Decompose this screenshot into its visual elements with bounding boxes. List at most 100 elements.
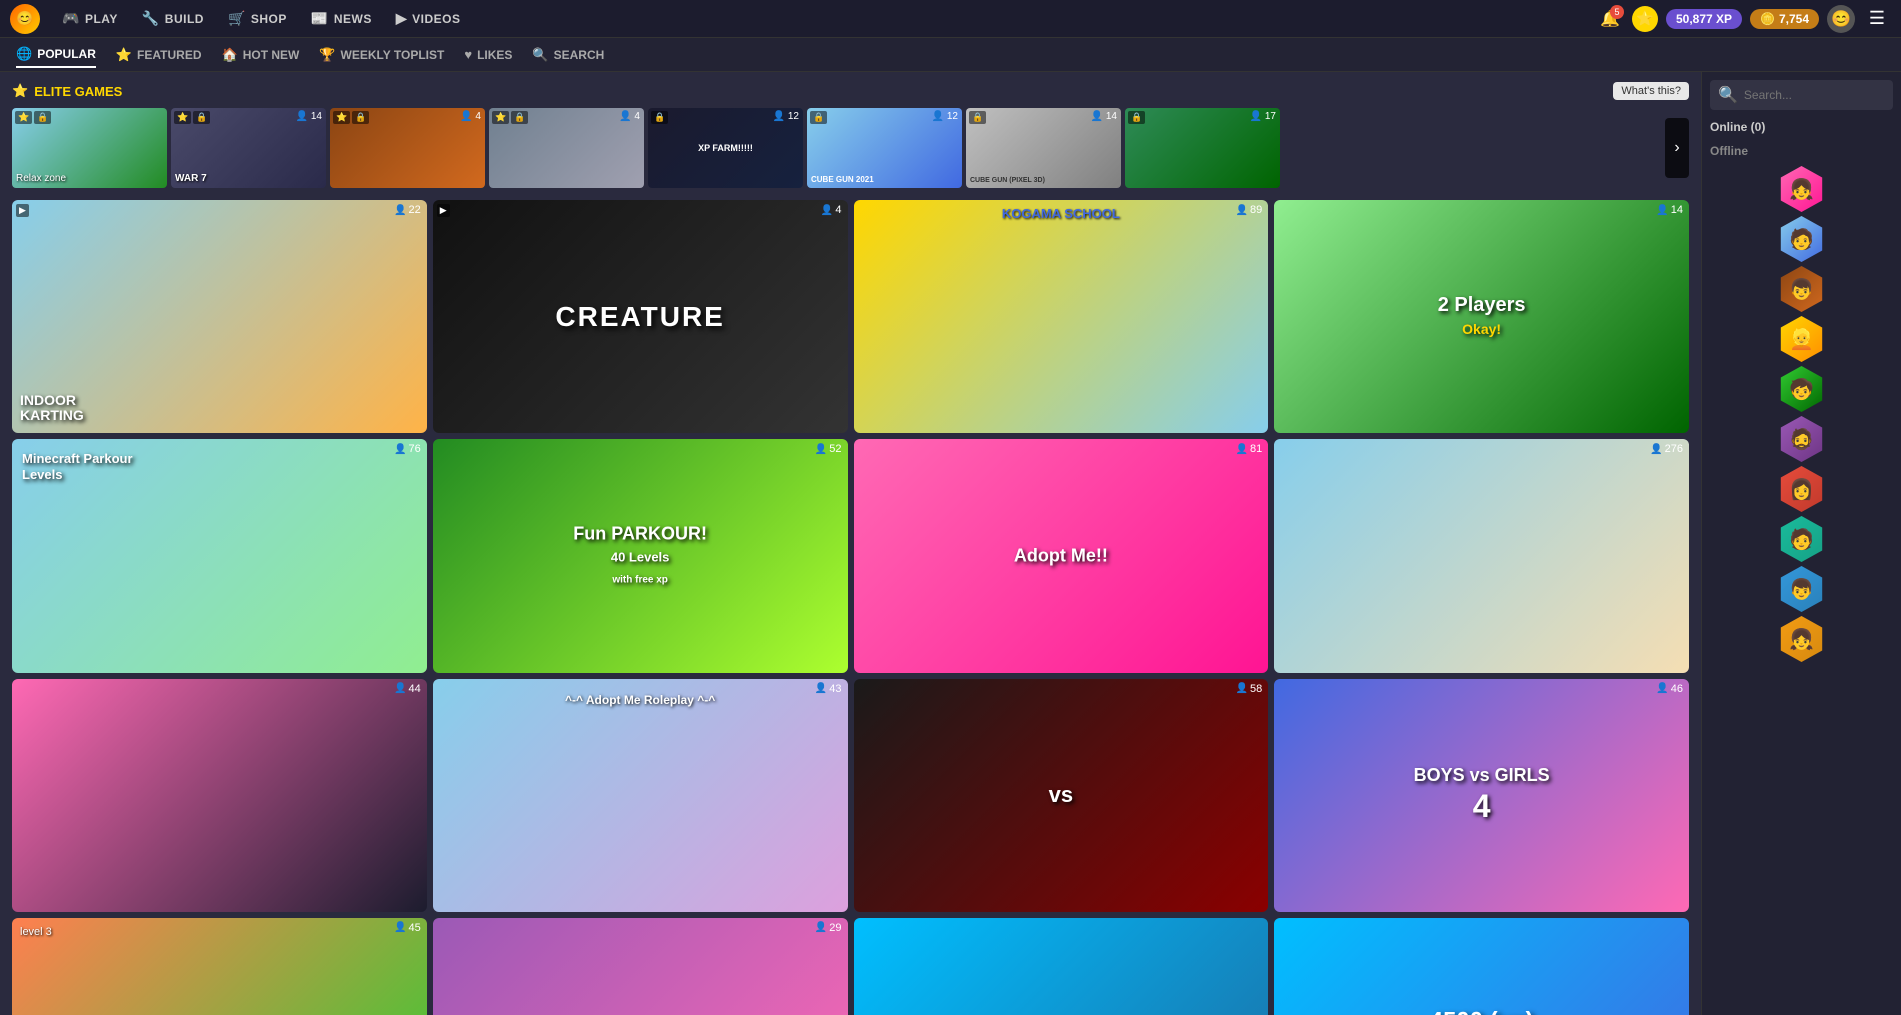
2players-label: 2 PlayersOkay!: [1438, 294, 1526, 340]
elite-scroll-right[interactable]: ›: [1665, 118, 1689, 178]
friend-avatar-1[interactable]: 👧: [1779, 166, 1825, 212]
elite-4-count: 👤 4: [619, 111, 640, 122]
elite-game-8[interactable]: 🔒 👤 17: [1125, 108, 1280, 188]
friend-avatar-3[interactable]: 👦: [1779, 266, 1825, 312]
mine-276-count: 276: [1650, 443, 1683, 455]
game-pets[interactable]: 44: [12, 679, 427, 912]
subnav-search-label: SEARCH: [554, 48, 605, 62]
subnav-likes[interactable]: ♥ LIKES: [464, 43, 512, 66]
nav-videos[interactable]: ▶ VIDEOS: [386, 6, 471, 31]
nav-build[interactable]: 🔧 BUILD: [132, 6, 214, 31]
subnav-search[interactable]: 🔍 SEARCH: [532, 43, 604, 67]
hamburger-menu[interactable]: ☰: [1863, 5, 1891, 33]
game-fun-parkour[interactable]: 52 Fun PARKOUR!40 Levelswith free xp: [433, 439, 848, 672]
search-icon: 🔍: [532, 47, 548, 63]
nav-videos-label: VIDEOS: [412, 12, 460, 26]
subnav-weekly[interactable]: 🏆 WEEKLY TOPLIST: [319, 43, 444, 67]
friend-avatar-8[interactable]: 🧑: [1779, 516, 1825, 562]
subnav-weekly-label: WEEKLY TOPLIST: [341, 48, 445, 62]
elite-games-header: ⭐ ELITE GAMES What's this?: [12, 82, 1689, 100]
hot-new-icon: 🏠: [222, 47, 238, 63]
friend-avatar-10[interactable]: 👧: [1779, 616, 1825, 662]
adopt-me-count: 81: [1236, 443, 1263, 455]
elite-war7-label: WAR 7: [175, 173, 207, 184]
fun-parkour-count: 52: [815, 443, 842, 455]
gold-bar: 🪙 7,754: [1750, 9, 1819, 29]
elite-game-3[interactable]: ⭐ 🔒 👤 4: [330, 108, 485, 188]
subnav-popular-label: POPULAR: [37, 47, 96, 61]
friend-avatar-5[interactable]: 🧒: [1779, 366, 1825, 412]
game-2players[interactable]: 14 2 PlayersOkay!: [1274, 200, 1689, 433]
gold-amount: 7,754: [1779, 12, 1809, 26]
game-4500xp[interactable]: 4500 (xp)free: [1274, 918, 1689, 1015]
subnav-featured-label: FEATURED: [137, 48, 201, 62]
elite-3-count: 👤 4: [460, 111, 481, 122]
news-icon: 📰: [311, 10, 329, 27]
elite-relax-label: Relax zone: [16, 173, 66, 184]
sidebar-search-input[interactable]: [1744, 88, 1885, 102]
user-avatar[interactable]: 😊: [1827, 5, 1855, 33]
elite-game-war7[interactable]: ⭐ 🔒 👤 14 WAR 7: [171, 108, 326, 188]
subnav-hot-new[interactable]: 🏠 HOT NEW: [222, 43, 300, 67]
elite-game-4[interactable]: ⭐ 🔒 👤 4: [489, 108, 644, 188]
sidebar-search-icon: 🔍: [1718, 85, 1738, 105]
creature-label: CREATURE: [433, 301, 848, 333]
elite-xpfarm-count: 👤 12: [773, 111, 799, 122]
kogama-school-label: KOGAMA SCHOOL: [1002, 206, 1120, 221]
level3-count: 45: [394, 922, 421, 934]
game-creature[interactable]: ▶ 4 CREATURE: [433, 200, 848, 433]
game-indoor-karting[interactable]: ▶ 22 INDOORKARTING: [12, 200, 427, 433]
friend-avatar-7[interactable]: 👩: [1779, 466, 1825, 512]
game-adopt-roleplay[interactable]: 43 ^-^ Adopt Me Roleplay ^-^: [433, 679, 848, 912]
trophy-icon: 🏆: [319, 47, 335, 63]
level3-label: level 3: [20, 926, 52, 938]
boys-girls-label: BOYS vs GIRLS4: [1414, 765, 1550, 825]
friend-avatar-4[interactable]: 👱: [1779, 316, 1825, 362]
adopt-roleplay-count: 43: [815, 683, 842, 695]
game-level3[interactable]: 45 level 3: [12, 918, 427, 1015]
game-mc-parkour[interactable]: 76 Minecraft ParkourLevels: [12, 439, 427, 672]
pets-count: 44: [394, 683, 421, 695]
build-icon: 🔧: [142, 10, 160, 27]
mc-parkour-count: 76: [394, 443, 421, 455]
loveland-count: 29: [815, 922, 842, 934]
boys-girls-count: 46: [1656, 683, 1683, 695]
friend-avatar-2[interactable]: 🧑: [1779, 216, 1825, 262]
star-elite-icon: ⭐: [12, 83, 28, 99]
main-layout: ⭐ ELITE GAMES What's this? ⭐ 🔒 Relax zon…: [0, 72, 1901, 1015]
game-loveland[interactable]: 29 - Love Land -: [433, 918, 848, 1015]
pvp-count: 58: [1236, 683, 1263, 695]
elite-game-relax[interactable]: ⭐ 🔒 Relax zone: [12, 108, 167, 188]
sidebar-search-box[interactable]: 🔍: [1710, 80, 1893, 110]
notification-button[interactable]: 🔔 5: [1596, 5, 1624, 33]
friend-avatar-6[interactable]: 🧔: [1779, 416, 1825, 462]
game-mine-276[interactable]: 276: [1274, 439, 1689, 672]
nav-shop[interactable]: 🛒 SHOP: [218, 6, 297, 31]
elite-games-title: ⭐ ELITE GAMES: [12, 83, 122, 99]
fun-parkour-label: Fun PARKOUR!40 Levelswith free xp: [453, 524, 826, 589]
friend-avatar-9[interactable]: 👦: [1779, 566, 1825, 612]
game-kogama-school[interactable]: 89 KOGAMA SCHOOL: [854, 200, 1269, 433]
subnav-popular[interactable]: 🌐 POPULAR: [16, 42, 96, 68]
nav-news[interactable]: 📰 NEWS: [301, 6, 382, 31]
coin-icon: 🪙: [1760, 12, 1775, 26]
nav-right-section: 🔔 5 ⭐ 50,877 XP 🪙 7,754 😊 ☰: [1596, 5, 1891, 33]
elite-game-xpfarm[interactable]: 🔒 👤 12 XP FARM!!!!!: [648, 108, 803, 188]
top-navigation: 😊 🎮 PLAY 🔧 BUILD 🛒 SHOP 📰 NEWS ▶ VIDEOS …: [0, 0, 1901, 38]
nav-play[interactable]: 🎮 PLAY: [52, 6, 128, 31]
elite-game-cubegun3d[interactable]: 🔒 👤 14 CUBE GUN (PIXEL 3D): [966, 108, 1121, 188]
logo[interactable]: 😊: [10, 4, 40, 34]
play-icon: 🎮: [62, 10, 80, 27]
adopt-roleplay-label: ^-^ Adopt Me Roleplay ^-^: [565, 693, 715, 707]
subnav-featured[interactable]: ⭐ FEATURED: [116, 43, 202, 67]
game-aquapark[interactable]: AQUA PARK: [854, 918, 1269, 1015]
game-pvp[interactable]: 58 vs: [854, 679, 1269, 912]
elite-game-cubegun[interactable]: 🔒 👤 12 CUBE GUN 2021: [807, 108, 962, 188]
game-boys-girls[interactable]: 46 BOYS vs GIRLS4: [1274, 679, 1689, 912]
game-adopt-me[interactable]: 81 Adopt Me!!: [854, 439, 1269, 672]
menu-icon: ☰: [1869, 8, 1885, 29]
kogama-school-count: 89: [1236, 204, 1263, 216]
sidebar-offline-section: Offline: [1710, 142, 1893, 160]
what-this-button[interactable]: What's this?: [1613, 82, 1689, 100]
content-area: ⭐ ELITE GAMES What's this? ⭐ 🔒 Relax zon…: [0, 72, 1701, 1015]
